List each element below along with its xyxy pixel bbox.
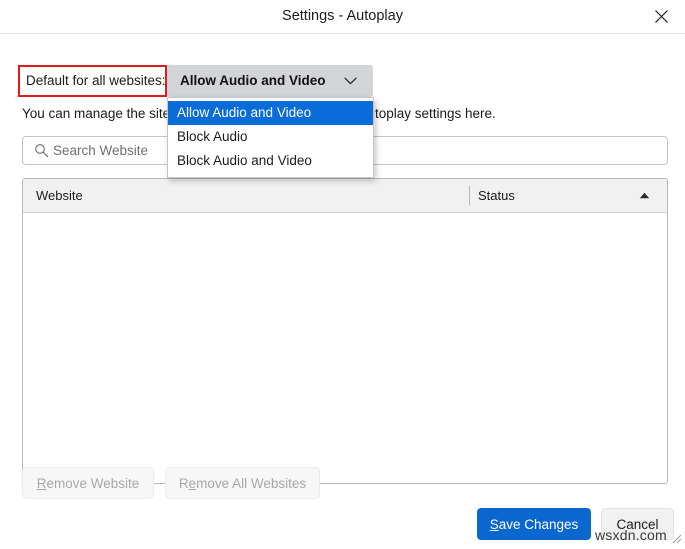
- table-column-header-website[interactable]: Website: [36, 179, 83, 212]
- websites-table: Website Status: [22, 178, 668, 484]
- table-header-row: Website Status: [23, 179, 667, 213]
- remove-all-websites-button-label: Remove All Websites: [179, 476, 306, 491]
- save-changes-button[interactable]: Save Changes: [477, 508, 591, 540]
- dropdown-option-allow-audio-and-video[interactable]: Allow Audio and Video: [168, 101, 373, 125]
- table-body-empty: [23, 213, 667, 484]
- chevron-down-icon: [344, 65, 357, 97]
- dropdown-option-block-audio[interactable]: Block Audio: [168, 125, 373, 149]
- default-autoplay-select-value: Allow Audio and Video: [180, 65, 326, 97]
- save-changes-button-label: Save Changes: [490, 517, 579, 532]
- default-for-all-websites-label: Default for all websites:: [26, 65, 166, 97]
- remove-all-websites-button[interactable]: Remove All Websites: [165, 467, 320, 499]
- sort-ascending-icon[interactable]: [639, 179, 650, 212]
- window-title: Settings - Autoplay: [0, 0, 685, 33]
- default-autoplay-dropdown-list[interactable]: Allow Audio and Video Block Audio Block …: [167, 97, 374, 178]
- search-icon: [34, 143, 49, 163]
- close-icon[interactable]: [641, 1, 681, 32]
- column-resize-handle[interactable]: [469, 186, 470, 205]
- table-column-header-status[interactable]: Status: [478, 179, 515, 212]
- cancel-button-label: Cancel: [616, 517, 658, 532]
- remove-website-button[interactable]: Remove Website: [22, 467, 154, 499]
- dropdown-option-block-audio-and-video[interactable]: Block Audio and Video: [168, 149, 373, 173]
- cancel-button[interactable]: Cancel: [601, 508, 674, 540]
- default-autoplay-select[interactable]: Allow Audio and Video: [167, 65, 373, 97]
- remove-website-button-label: Remove Website: [37, 476, 140, 491]
- search-website-placeholder: Search Website: [53, 137, 148, 164]
- title-bar: Settings - Autoplay: [0, 0, 685, 34]
